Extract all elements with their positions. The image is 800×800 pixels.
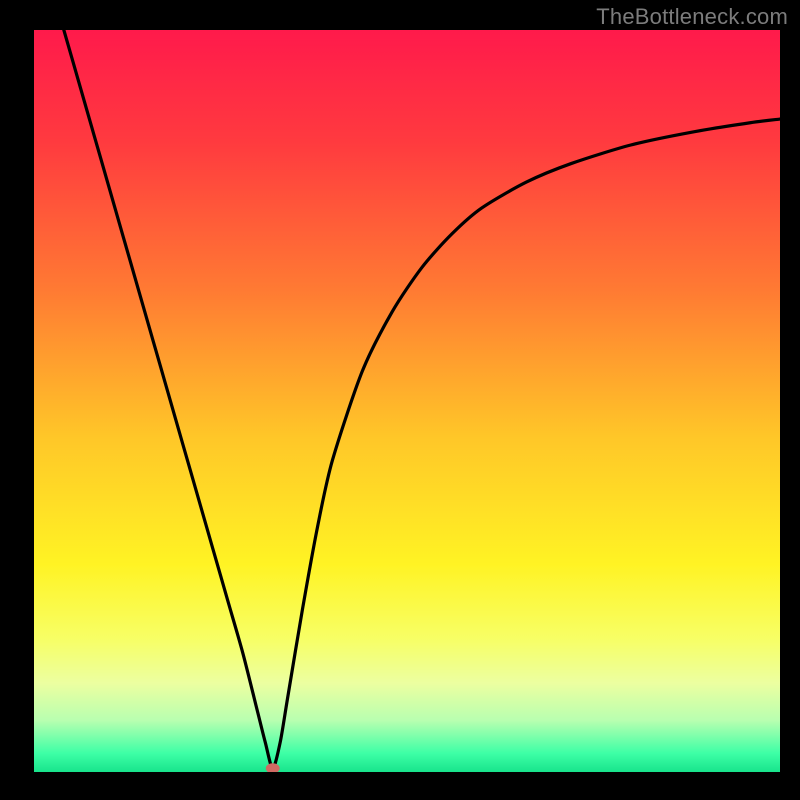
plot-background (34, 30, 780, 772)
bottleneck-chart (0, 0, 800, 800)
chart-frame: TheBottleneck.com (0, 0, 800, 800)
watermark-text: TheBottleneck.com (596, 4, 788, 30)
minimum-marker (266, 763, 280, 773)
